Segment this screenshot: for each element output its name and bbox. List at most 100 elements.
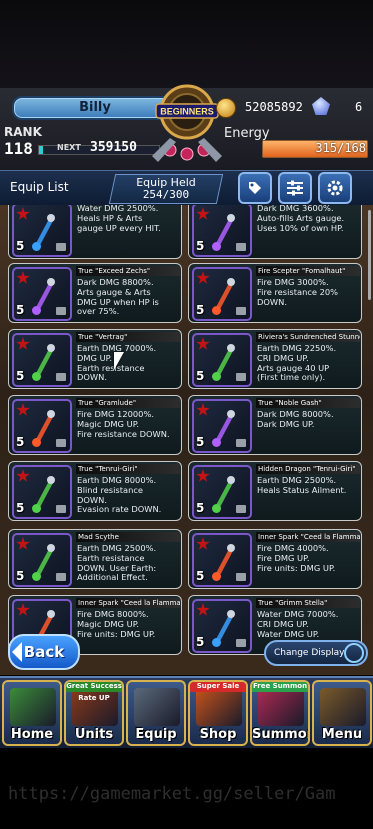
nav-home-icon <box>10 688 56 726</box>
nav-label: Home <box>10 727 54 742</box>
rank-label: RANK <box>4 125 42 139</box>
pointer-cursor-icon <box>114 352 124 370</box>
element-icon <box>32 306 41 315</box>
lock-icon <box>236 639 246 647</box>
element-icon <box>32 242 41 251</box>
equipment-description: Earth DMG 2500%. Earth resistance DOWN. … <box>77 543 157 583</box>
equipment-name: Inner Spark "Ceed la Flamma" <box>76 598 180 608</box>
tag-icon <box>249 182 261 194</box>
rarity-level: 5 <box>196 303 205 317</box>
equipment-name: True "Noble Gash" <box>256 398 360 408</box>
equipment-thumbnail: 5 <box>192 599 252 653</box>
back-button[interactable]: Back <box>8 634 80 670</box>
equipment-card[interactable]: 5 Water DMG 2500%. Heals HP & Arts gauge … <box>8 205 182 259</box>
back-label: Back <box>23 643 65 661</box>
rarity-level: 5 <box>196 435 205 449</box>
equipment-card[interactable]: 5 True "Gramlude" Fire DMG 12000%. Magic D… <box>8 395 182 455</box>
gear-icon <box>327 180 343 196</box>
status-strip <box>0 0 373 88</box>
watermark-url: https://gamemarket.gg/seller/Gam <box>8 784 336 804</box>
next-exp-value: 359150 <box>90 140 137 155</box>
equipment-card[interactable]: 5 Dark DMG 3600%. Auto-fills Arts gauge. … <box>188 205 362 259</box>
element-icon <box>32 438 41 447</box>
equipment-card[interactable]: 5 Inner Spark "Ceed la Flamma" Fire DMG 40… <box>188 529 362 589</box>
equipment-thumbnail: 5 <box>192 399 252 453</box>
equipment-card[interactable]: 5 True "Vertrag" Earth DMG 7000%. DMG UP. … <box>8 329 182 389</box>
equipment-description: Fire DMG 4000%. Fire DMG UP. Fire units:… <box>257 543 336 573</box>
equipment-card[interactable]: 5 Riviera's Sundrenched Stunner Earth DMG … <box>188 329 362 389</box>
equipment-name: Inner Spark "Ceed la Flamma" <box>256 532 360 542</box>
element-icon <box>212 242 221 251</box>
nav-label: Units <box>74 727 114 742</box>
equipment-thumbnail: 5 <box>192 205 252 257</box>
rarity-level: 5 <box>16 239 25 253</box>
coin-count: 52085892 <box>245 100 303 114</box>
equipment-card[interactable]: 5 True "Tenrui-Giri" Earth DMG 8000%. Blin… <box>8 461 182 521</box>
back-arrow-icon <box>12 642 22 662</box>
rank-exp-fill <box>39 146 43 154</box>
equipment-thumbnail: 5 <box>12 533 72 587</box>
equipment-description: Dark DMG 3600%. Auto-fills Arts gauge. U… <box>257 205 345 233</box>
nav-equip[interactable]: Equip <box>126 680 186 746</box>
tag-filter-button[interactable] <box>238 172 272 204</box>
equipment-card[interactable]: 5 Hidden Dragon "Tenrui-Giri" Earth DMG 25… <box>188 461 362 521</box>
rarity-level: 5 <box>16 501 25 515</box>
lock-icon <box>236 243 246 251</box>
equipment-name: Riviera's Sundrenched Stunner <box>256 332 360 342</box>
element-icon <box>212 306 221 315</box>
lock-icon <box>56 439 66 447</box>
equipment-card[interactable]: 5 True "Noble Gash" Dark DMG 8000%. Dark D… <box>188 395 362 455</box>
equipment-name: True "Gramlude" <box>76 398 180 408</box>
lock-icon <box>56 373 66 381</box>
nav-units[interactable]: Great Success Rate UP Units <box>64 680 124 746</box>
equip-held-value: 254/300 <box>142 188 190 201</box>
lock-icon <box>56 505 66 513</box>
equipment-card[interactable]: 5 True "Exceed Zechs" Dark DMG 8800%. Arts… <box>8 263 182 323</box>
nav-label: Equip <box>135 727 177 742</box>
equipment-thumbnail: 5 <box>12 399 72 453</box>
rarity-level: 5 <box>196 501 205 515</box>
rarity-level: 5 <box>16 369 25 383</box>
equipment-thumbnail: 5 <box>12 333 72 387</box>
equipment-thumbnail: 5 <box>192 333 252 387</box>
rank-value: 118 <box>4 139 33 158</box>
change-display-button[interactable]: Change Display <box>264 640 368 666</box>
equipment-card[interactable]: 5 Mad Scythe Earth DMG 2500%. Earth resist… <box>8 529 182 589</box>
nav-equip-icon <box>134 688 180 726</box>
equipment-list[interactable]: 5 Water DMG 2500%. Heals HP & Arts gauge … <box>0 205 373 675</box>
equipment-description: Earth DMG 8000%. Blind resistance DOWN. … <box>77 475 162 515</box>
rarity-level: 5 <box>16 569 25 583</box>
beginners-emblem[interactable]: BEGINNERS <box>148 82 226 166</box>
nav-menu[interactable]: Menu <box>312 680 372 746</box>
nav-label: Summon <box>252 727 310 742</box>
lock-icon <box>56 243 66 251</box>
nav-summon[interactable]: Free Summon Summon <box>250 680 310 746</box>
equipment-thumbnail: 5 <box>192 533 252 587</box>
nav-summon-icon <box>258 688 304 726</box>
emblem-label: BEGINNERS <box>160 107 214 117</box>
nav-shop[interactable]: Super Sale Shop <box>188 680 248 746</box>
settings-button[interactable] <box>318 172 352 204</box>
nav-ribbon: Free Summon <box>252 682 308 692</box>
equipment-name: Fire Scepter "Fomalhaut" <box>256 266 360 276</box>
nav-ribbon: Great Success Rate UP <box>66 682 122 702</box>
element-icon <box>212 572 221 581</box>
nav-home[interactable]: Home <box>2 680 62 746</box>
equipment-description: Dark DMG 8800%. Arts gauge & Arts DMG UP… <box>77 277 159 317</box>
nav-ribbon: Super Sale <box>190 682 246 692</box>
rarity-level: 5 <box>16 435 25 449</box>
equipment-card[interactable]: 5 Fire Scepter "Fomalhaut" Fire DMG 3000%.… <box>188 263 362 323</box>
filter-sliders-icon <box>287 180 303 196</box>
equipment-description: Water DMG 2500%. Heals HP & Arts gauge U… <box>77 205 161 233</box>
energy-label: Energy <box>224 126 270 141</box>
nav-menu-icon <box>320 688 366 726</box>
element-icon <box>212 504 221 513</box>
rarity-level: 5 <box>196 569 205 583</box>
element-icon <box>212 438 221 447</box>
list-scrollbar[interactable] <box>368 210 371 300</box>
lock-icon <box>56 307 66 315</box>
equipment-thumbnail: 5 <box>192 465 252 519</box>
element-icon <box>32 504 41 513</box>
sort-filter-button[interactable] <box>278 172 312 204</box>
rarity-level: 5 <box>196 369 205 383</box>
